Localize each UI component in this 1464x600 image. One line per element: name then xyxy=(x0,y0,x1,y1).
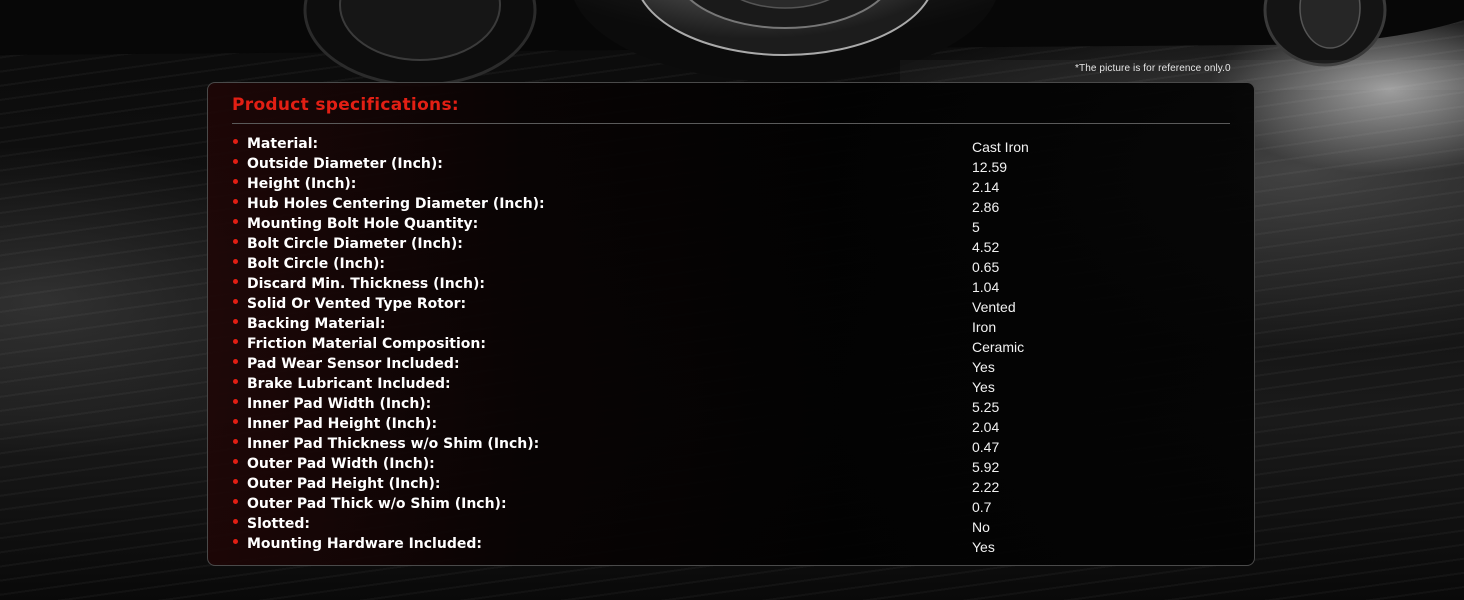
spec-label: Height (Inch): xyxy=(247,176,357,192)
spec-value: 2.86 xyxy=(972,199,1000,215)
spec-row-outer-pad-thickness: Outer Pad Thick w/o Shim (Inch): 0.7 xyxy=(232,495,1232,515)
spec-label: Material: xyxy=(247,136,319,152)
spec-label: Inner Pad Width (Inch): xyxy=(247,396,432,412)
bullet-icon xyxy=(233,399,238,404)
product-spec-banner: *The picture is for reference only.0 Pro… xyxy=(0,0,1464,600)
spec-value: 2.14 xyxy=(972,179,1000,195)
spec-label: Inner Pad Height (Inch): xyxy=(247,416,438,432)
spec-label: Bolt Circle Diameter (Inch): xyxy=(247,236,463,252)
spec-row-hub-holes-diameter: Hub Holes Centering Diameter (Inch): 2.8… xyxy=(232,195,1232,215)
spec-value: Cast Iron xyxy=(972,139,1029,155)
spec-label: Backing Material: xyxy=(247,316,386,332)
spec-row-inner-pad-height: Inner Pad Height (Inch): 2.04 xyxy=(232,415,1232,435)
spec-row-height: Height (Inch): 2.14 xyxy=(232,175,1232,195)
spec-panel: Product specifications: Material: Cast I… xyxy=(207,82,1255,566)
bullet-icon xyxy=(233,339,238,344)
bullet-icon xyxy=(233,519,238,524)
bullet-icon xyxy=(233,359,238,364)
spec-value: Yes xyxy=(972,359,995,375)
spec-value: Vented xyxy=(972,299,1016,315)
spec-value: 5.25 xyxy=(972,399,1000,415)
spec-value: 5.92 xyxy=(972,459,1000,475)
spec-row-bolt-circle-diameter: Bolt Circle Diameter (Inch): 4.52 xyxy=(232,235,1232,255)
spec-value: 5 xyxy=(972,219,980,235)
car-wheel-image xyxy=(0,0,1464,90)
spec-row-outer-pad-width: Outer Pad Width (Inch): 5.92 xyxy=(232,455,1232,475)
spec-label: Inner Pad Thickness w/o Shim (Inch): xyxy=(247,436,540,452)
spec-row-rotor-type: Solid Or Vented Type Rotor: Vented xyxy=(232,295,1232,315)
spec-row-bolt-circle: Bolt Circle (Inch): 0.65 xyxy=(232,255,1232,275)
bullet-icon xyxy=(233,539,238,544)
bullet-icon xyxy=(233,219,238,224)
spec-value: 0.47 xyxy=(972,439,1000,455)
spec-value: Ceramic xyxy=(972,339,1025,355)
bullet-icon xyxy=(233,279,238,284)
spec-label: Outer Pad Height (Inch): xyxy=(247,476,441,492)
bullet-icon xyxy=(233,459,238,464)
spec-label: Slotted: xyxy=(247,516,310,532)
spec-label: Solid Or Vented Type Rotor: xyxy=(247,296,467,312)
spec-value: Yes xyxy=(972,539,995,555)
spec-label: Discard Min. Thickness (Inch): xyxy=(247,276,485,292)
spec-row-mounting-hardware: Mounting Hardware Included: Yes xyxy=(232,535,1232,555)
spec-row-bolt-hole-quantity: Mounting Bolt Hole Quantity: 5 xyxy=(232,215,1232,235)
bullet-icon xyxy=(233,239,238,244)
bullet-icon xyxy=(233,379,238,384)
spec-label: Mounting Bolt Hole Quantity: xyxy=(247,216,479,232)
spec-label: Hub Holes Centering Diameter (Inch): xyxy=(247,196,545,212)
bullet-icon xyxy=(233,439,238,444)
bullet-icon xyxy=(233,139,238,144)
spec-row-backing-material: Backing Material: Iron xyxy=(232,315,1232,335)
bullet-icon xyxy=(233,319,238,324)
spec-value: 12.59 xyxy=(972,159,1008,175)
spec-label: Outer Pad Thick w/o Shim (Inch): xyxy=(247,496,507,512)
title-divider xyxy=(232,123,1230,124)
bullet-icon xyxy=(233,259,238,264)
spec-value: 2.04 xyxy=(972,419,1000,435)
reference-disclaimer: *The picture is for reference only.0 xyxy=(1075,63,1231,74)
spec-label: Friction Material Composition: xyxy=(247,336,486,352)
spec-row-outer-pad-height: Outer Pad Height (Inch): 2.22 xyxy=(232,475,1232,495)
bullet-icon xyxy=(233,199,238,204)
spec-value: 0.7 xyxy=(972,499,992,515)
spec-row-friction-material: Friction Material Composition: Ceramic xyxy=(232,335,1232,355)
spec-row-outside-diameter: Outside Diameter (Inch): 12.59 xyxy=(232,155,1232,175)
spec-row-inner-pad-thickness: Inner Pad Thickness w/o Shim (Inch): 0.4… xyxy=(232,435,1232,455)
spec-list: Material: Cast Iron Outside Diameter (In… xyxy=(232,135,1232,555)
spec-row-slotted: Slotted: No xyxy=(232,515,1232,535)
spec-row-material: Material: Cast Iron xyxy=(232,135,1232,155)
bullet-icon xyxy=(233,299,238,304)
spec-label: Outside Diameter (Inch): xyxy=(247,156,443,172)
spec-value: Iron xyxy=(972,319,997,335)
spec-value: Yes xyxy=(972,379,995,395)
panel-title: Product specifications: xyxy=(232,95,459,115)
bullet-icon xyxy=(233,179,238,184)
spec-value: No xyxy=(972,519,990,535)
spec-value: 2.22 xyxy=(972,479,1000,495)
bullet-icon xyxy=(233,419,238,424)
spec-row-brake-lubricant: Brake Lubricant Included: Yes xyxy=(232,375,1232,395)
spec-label: Pad Wear Sensor Included: xyxy=(247,356,460,372)
spec-label: Bolt Circle (Inch): xyxy=(247,256,385,272)
spec-value: 0.65 xyxy=(972,259,1000,275)
spec-value: 1.04 xyxy=(972,279,1000,295)
spec-row-inner-pad-width: Inner Pad Width (Inch): 5.25 xyxy=(232,395,1232,415)
spec-label: Brake Lubricant Included: xyxy=(247,376,451,392)
bullet-icon xyxy=(233,479,238,484)
spec-value: 4.52 xyxy=(972,239,1000,255)
spec-label: Outer Pad Width (Inch): xyxy=(247,456,435,472)
spec-label: Mounting Hardware Included: xyxy=(247,536,482,552)
spec-row-pad-wear-sensor: Pad Wear Sensor Included: Yes xyxy=(232,355,1232,375)
bullet-icon xyxy=(233,159,238,164)
bullet-icon xyxy=(233,499,238,504)
spec-row-discard-min-thickness: Discard Min. Thickness (Inch): 1.04 xyxy=(232,275,1232,295)
